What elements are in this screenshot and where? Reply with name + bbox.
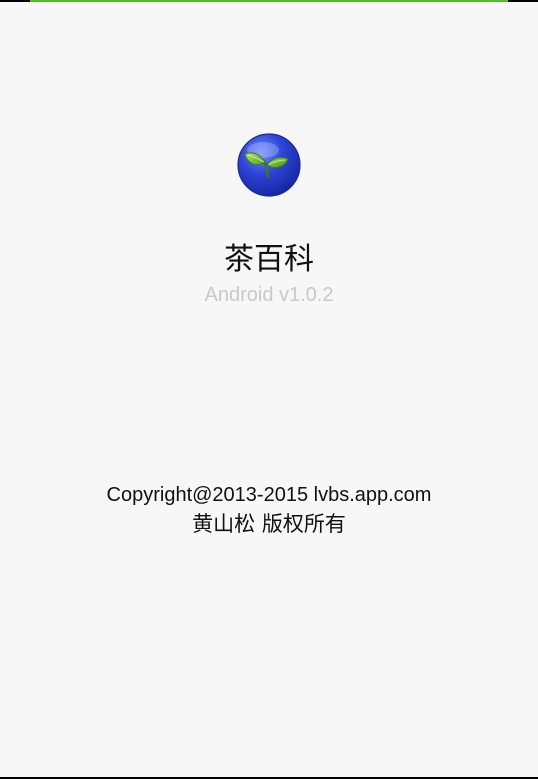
loading-progress-fill bbox=[30, 0, 508, 2]
copyright-text: Copyright@2013-2015 lvbs.app.com bbox=[106, 484, 432, 506]
loading-progress-bar bbox=[0, 0, 538, 2]
app-version: Android v1.0.2 bbox=[204, 284, 334, 306]
app-name: 茶百科 bbox=[224, 242, 314, 277]
tea-leaf-logo-icon bbox=[236, 132, 302, 198]
copyright-owner: 黄山松 版权所有 bbox=[192, 512, 346, 536]
